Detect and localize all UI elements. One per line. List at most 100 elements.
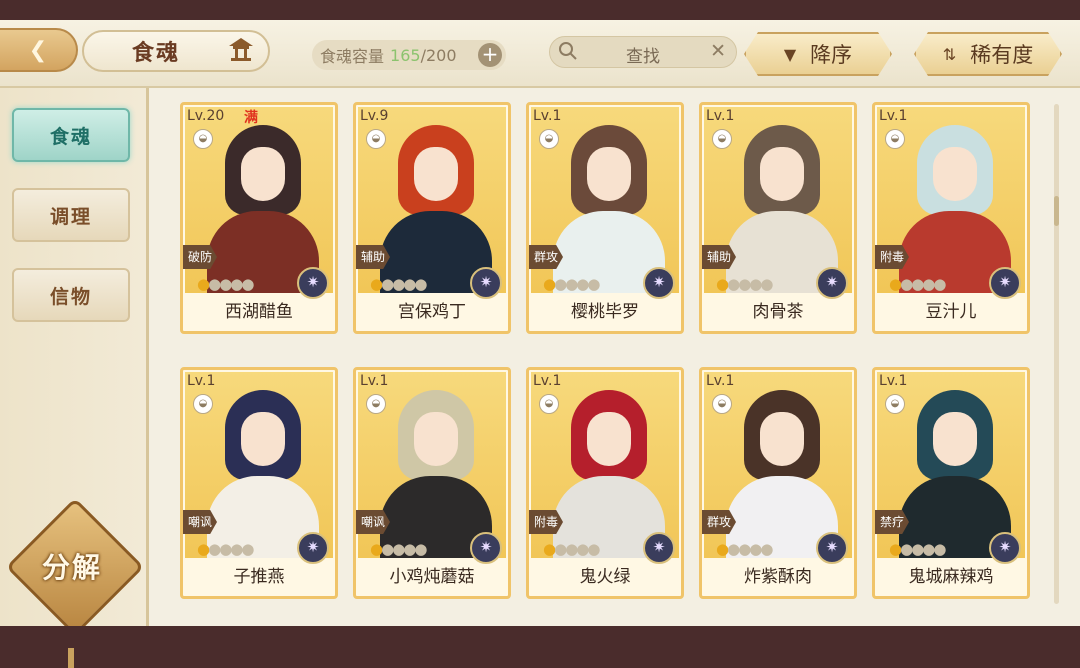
search-label: 查找 (626, 47, 660, 67)
back-button[interactable]: ❮ (0, 28, 78, 72)
card-level: Lv.1 (706, 373, 735, 389)
bowl-icon: ◒ (539, 394, 559, 414)
character-card[interactable]: Lv.1 ◒ 群攻 ●●●●● ✷ 炸紫酥肉 (699, 367, 857, 599)
tab-cuisine-label: 调理 (49, 205, 92, 228)
grid-scrollbar[interactable] (1054, 104, 1059, 604)
bowl-icon: ◒ (193, 394, 213, 414)
search-bar[interactable]: 查找 ✕ (549, 36, 737, 68)
bottom-frame (0, 626, 1080, 648)
star-icon: ● (381, 540, 394, 558)
star-rating: ●●●●● (716, 540, 773, 558)
character-name: 豆汁儿 (925, 302, 977, 322)
star-icon: ● (403, 275, 416, 293)
star-icon: ● (716, 540, 729, 558)
tab-food-soul-label: 食魂 (49, 125, 92, 148)
star-icon: ● (749, 275, 762, 293)
page-title: 食魂 (132, 41, 181, 66)
portrait-face (587, 147, 631, 201)
bowl-icon: ◒ (885, 129, 905, 149)
character-name: 樱桃毕罗 (571, 302, 639, 322)
star-icon: ● (543, 275, 556, 293)
star-rating: ●●●●● (543, 275, 600, 293)
back-arrow-icon: ❮ (28, 37, 48, 63)
sort-rarity-button[interactable]: ⇅ 稀有度 (914, 32, 1062, 76)
star-icon: ● (900, 540, 913, 558)
character-card[interactable]: Lv.1 ◒ 嘲讽 ●●●●● ✷ 小鸡炖蘑菇 (353, 367, 511, 599)
bowl-icon: ◒ (885, 394, 905, 414)
star-icon: ● (922, 275, 935, 293)
star-icon: ● (738, 540, 751, 558)
star-icon: ● (911, 275, 924, 293)
star-icon: ● (727, 275, 740, 293)
star-icon: ● (241, 540, 254, 558)
character-name: 子推燕 (233, 567, 285, 587)
portrait-face (414, 412, 458, 466)
portrait-face (760, 412, 804, 466)
star-icon: ● (738, 275, 751, 293)
star-icon: ● (760, 275, 773, 293)
character-name: 鬼火绿 (579, 567, 631, 587)
character-name: 鬼城麻辣鸡 (908, 567, 994, 587)
star-icon: ● (208, 275, 221, 293)
role-tag: 嘲讽 (183, 510, 217, 534)
star-icon: ● (587, 275, 600, 293)
portrait-face (241, 147, 285, 201)
bowl-icon: ◒ (193, 129, 213, 149)
star-icon: ● (230, 540, 243, 558)
card-level: Lv.20 (187, 108, 225, 124)
decompose-label[interactable]: 分解 (26, 546, 118, 586)
expand-capacity-button[interactable]: + (478, 43, 502, 67)
character-card[interactable]: Lv.1 ◒ 群攻 ●●●●● ✷ 樱桃毕罗 (526, 102, 684, 334)
star-icon: ● (370, 540, 383, 558)
character-card[interactable]: Lv.1 ◒ 附毒 ●●●●● ✷ 豆汁儿 (872, 102, 1030, 334)
star-icon: ● (543, 540, 556, 558)
card-level: Lv.1 (706, 108, 735, 124)
star-rating: ●●●●● (543, 540, 600, 558)
tab-food-soul[interactable]: 食魂 (12, 108, 130, 162)
star-icon: ● (403, 540, 416, 558)
element-icon: ✷ (297, 267, 329, 299)
clear-icon[interactable]: ✕ (710, 40, 726, 62)
role-tag: 附毒 (875, 245, 909, 269)
star-icon: ● (716, 275, 729, 293)
star-icon: ● (565, 275, 578, 293)
character-card[interactable]: Lv.1 ◒ 禁疗 ●●●●● ✷ 鬼城麻辣鸡 (872, 367, 1030, 599)
portrait-face (414, 147, 458, 201)
bowl-icon: ◒ (539, 129, 559, 149)
element-icon: ✷ (470, 532, 502, 564)
element-icon: ✷ (470, 267, 502, 299)
character-card[interactable]: Lv.20 ◒ 满 破防 ●●●●● ✷ 西湖醋鱼 (180, 102, 338, 334)
role-tag: 禁疗 (875, 510, 909, 534)
star-icon: ● (241, 275, 254, 293)
game-screen: ❮ 食魂 食魂容量 165 /200 + 查找 ✕ ▼ 降序 ⇅ 稀有度 食魂 … (0, 20, 1080, 668)
star-rating: ●●●●● (370, 540, 427, 558)
star-rating: ●●●●● (716, 275, 773, 293)
bowl-icon: ◒ (712, 129, 732, 149)
scrollbar-thumb[interactable] (1054, 196, 1059, 226)
sort-order-button[interactable]: ▼ 降序 (744, 32, 892, 76)
card-level: Lv.1 (533, 373, 562, 389)
star-icon: ● (414, 275, 427, 293)
character-card[interactable]: Lv.1 ◒ 附毒 ●●●●● ✷ 鬼火绿 (526, 367, 684, 599)
character-card[interactable]: Lv.1 ◒ 嘲讽 ●●●●● ✷ 子推燕 (180, 367, 338, 599)
role-tag: 辅助 (356, 245, 390, 269)
tab-cuisine[interactable]: 调理 (12, 188, 130, 242)
star-icon: ● (749, 540, 762, 558)
capacity-max: /200 (420, 45, 457, 65)
role-tag: 嘲讽 (356, 510, 390, 534)
star-icon: ● (576, 540, 589, 558)
character-card[interactable]: Lv.1 ◒ 辅助 ●●●●● ✷ 肉骨茶 (699, 102, 857, 334)
card-level: Lv.1 (187, 373, 216, 389)
star-icon: ● (922, 540, 935, 558)
sidebar: 食魂 调理 信物 分解 (0, 88, 149, 668)
portrait-face (587, 412, 631, 466)
tab-token[interactable]: 信物 (12, 268, 130, 322)
character-card[interactable]: Lv.9 ◒ 辅助 ●●●●● ✷ 宫保鸡丁 (353, 102, 511, 334)
top-frame (0, 0, 1080, 20)
max-level-badge: 满 (244, 110, 258, 126)
star-icon: ● (414, 540, 427, 558)
bowl-icon: ◒ (366, 129, 386, 149)
triangle-down-icon: ▼ (783, 44, 797, 64)
star-icon: ● (230, 275, 243, 293)
capacity-display: 食魂容量 165 /200 + (312, 40, 506, 70)
